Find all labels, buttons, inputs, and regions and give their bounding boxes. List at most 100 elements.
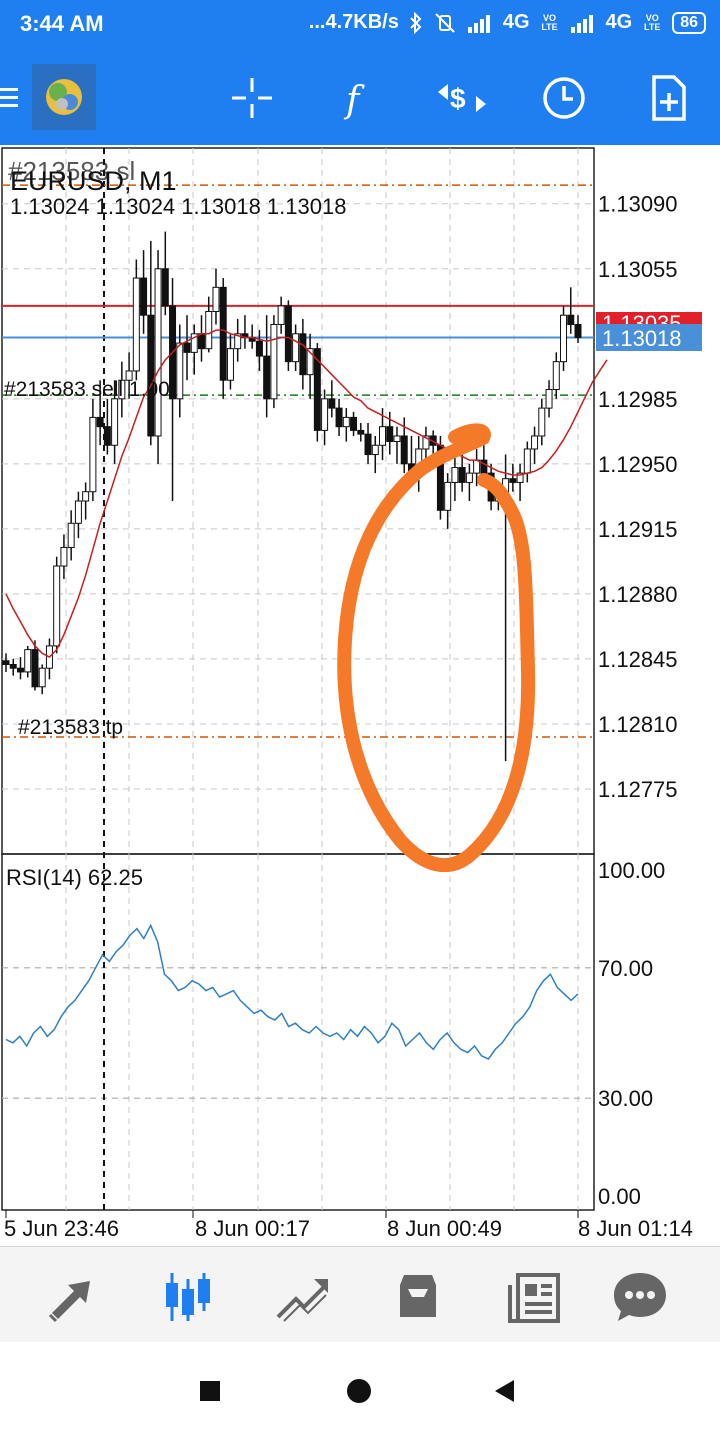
candle-body — [552, 361, 560, 391]
news-icon[interactable] — [506, 1269, 562, 1325]
net-speed: ...4.7KB/s — [308, 11, 399, 33]
mute-vibrate-icon — [435, 12, 455, 33]
candle-body — [31, 649, 39, 688]
candle-body — [444, 481, 452, 511]
volte-badge-1: VO LTE — [541, 12, 558, 32]
price-chart[interactable]: 1.13090 1.13055 1.12985 1.12950 1.12915 1.128… — [0, 145, 720, 1246]
rsi-tick-label: 100.00 — [598, 858, 665, 883]
candle-body — [2, 660, 10, 665]
rsi-tick-label: 30.00 — [598, 1086, 653, 1111]
candle-body — [9, 663, 17, 669]
candle-body — [567, 314, 575, 326]
rsi-tick-label: 0.00 — [598, 1184, 641, 1209]
candle-body — [82, 491, 90, 502]
price-tick-label: 1.12810 — [598, 712, 678, 737]
price-tick-label: 1.12915 — [598, 517, 678, 542]
history-icon[interactable] — [390, 1269, 446, 1325]
candle-body — [371, 444, 379, 456]
price-tick-label: 1.12775 — [598, 777, 678, 802]
time-tick-label: 5 Jun 23:46 — [4, 1216, 119, 1241]
candle-body — [451, 467, 459, 483]
indicators-icon[interactable]: f — [332, 74, 380, 122]
back-icon[interactable] — [490, 1376, 520, 1406]
candle-body — [67, 522, 75, 548]
network-type-1: 4G — [502, 11, 530, 33]
bottom-navigation — [0, 1246, 720, 1343]
candle-body — [523, 448, 531, 474]
candle-body — [473, 459, 481, 474]
price-tick-label: 1.12985 — [598, 387, 678, 412]
candle-body — [292, 333, 300, 363]
home-icon[interactable] — [344, 1376, 374, 1406]
order-tp-label: #213583 tp — [18, 716, 123, 739]
menu-icon[interactable] — [0, 74, 22, 122]
candle-body — [574, 324, 582, 339]
candle-body — [197, 333, 205, 350]
candle-body — [277, 305, 285, 325]
candle-body — [219, 286, 227, 381]
candle-body — [183, 342, 191, 353]
candle-body — [509, 478, 517, 483]
candle-body — [24, 649, 32, 673]
price-tick-label: 1.13090 — [598, 192, 678, 217]
candle-body — [74, 500, 82, 524]
chart-toolbar: f $ — [0, 52, 720, 145]
candle-body — [379, 426, 387, 446]
order-open-label: #213583 sell 1.00 — [4, 378, 170, 401]
price-tick-label: 1.12880 — [598, 582, 678, 607]
candle-body — [140, 277, 148, 316]
candle-body — [147, 314, 155, 437]
battery-icon: 86 — [672, 11, 706, 34]
status-time: 3:44 AM — [20, 11, 104, 36]
rsi-tick-label: 70.00 — [598, 956, 653, 981]
candle-body — [465, 472, 473, 483]
candle-body — [176, 342, 184, 400]
price-tick-label: 1.12845 — [598, 647, 678, 672]
trade-icon[interactable] — [274, 1269, 330, 1325]
metatrader-logo-icon[interactable] — [32, 64, 96, 130]
svg-text:$: $ — [450, 83, 466, 114]
candle-body — [328, 398, 336, 409]
candle-body — [386, 426, 394, 443]
chart-icon[interactable] — [160, 1269, 216, 1325]
candle-body — [161, 268, 169, 307]
candle-body — [357, 429, 365, 435]
candle-body — [263, 355, 271, 400]
volte-badge-2: VO LTE — [644, 12, 661, 32]
price-tick-label: 1.12950 — [598, 452, 678, 477]
candle-body — [96, 416, 104, 428]
system-navigation — [0, 1342, 720, 1440]
candle-body — [299, 333, 307, 376]
trade-icon[interactable]: $ — [434, 74, 490, 122]
timeframe-clock-icon[interactable] — [540, 74, 588, 122]
rsi-label: RSI(14) 62.25 — [6, 865, 143, 890]
candle-body — [531, 435, 539, 450]
recent-apps-icon[interactable] — [196, 1376, 226, 1406]
quotes-icon[interactable] — [46, 1269, 102, 1325]
candle-body — [53, 565, 61, 647]
signal-icon — [467, 14, 490, 33]
candle-body — [538, 407, 546, 437]
candle-body — [226, 348, 234, 381]
crosshair-icon[interactable] — [228, 74, 276, 122]
candle-body — [16, 667, 24, 673]
candle-body — [154, 268, 162, 437]
candle-body — [205, 310, 213, 350]
candle-body — [458, 467, 466, 483]
bluetooth-icon — [410, 11, 422, 34]
candle-body — [132, 277, 140, 372]
candle-body — [111, 398, 119, 446]
candle-body — [350, 416, 358, 431]
candle-body — [255, 340, 263, 357]
symbol-title: EURUSD, M1 — [10, 166, 177, 196]
candle-body — [89, 416, 97, 493]
candle-body — [38, 667, 46, 688]
candle-body — [342, 416, 350, 428]
candle-body — [284, 305, 292, 363]
new-order-icon[interactable] — [644, 74, 692, 122]
candle-body — [364, 433, 372, 456]
messages-icon[interactable] — [612, 1269, 668, 1325]
bid-price-label: 1.13018 — [602, 326, 682, 351]
time-tick-label: 8 Jun 01:14 — [578, 1216, 693, 1241]
candle-body — [212, 286, 220, 312]
